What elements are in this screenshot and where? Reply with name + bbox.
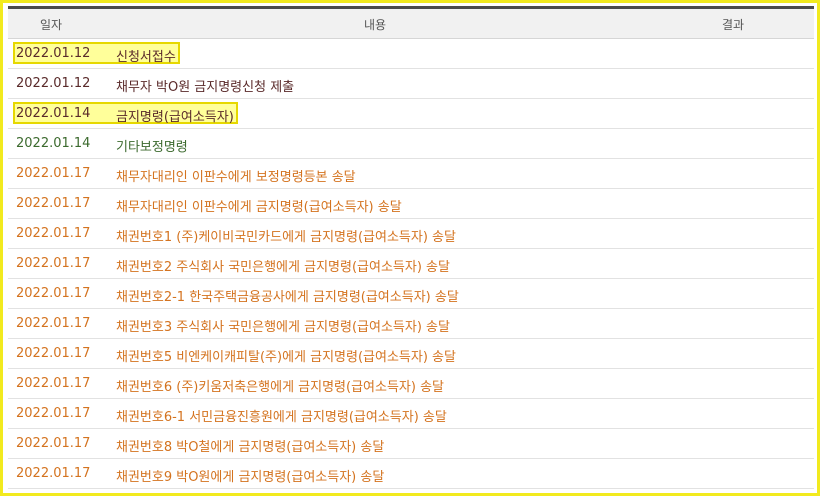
- row-content: 채권번호6 (주)키움저축은행에게 금지명령(급여소득자) 송달: [116, 380, 444, 395]
- table-row: 2022.01.17 채권번호1 (주)케이비국민카드에게 금지명령(급여소득자)…: [8, 219, 814, 249]
- row-content: 금지명령(급여소득자): [116, 110, 234, 125]
- table-row: 2022.01.12 신청서접수: [8, 39, 814, 69]
- row-date: 2022.01.17: [16, 196, 91, 211]
- row-content: 채권번호9 박O원에게 금지명령(급여소득자) 송달: [116, 470, 385, 485]
- row-date: 2022.01.17: [16, 316, 91, 331]
- row-date: 2022.01.17: [16, 436, 91, 451]
- row-date: 2022.01.14: [16, 106, 91, 121]
- header-content: 내용: [364, 18, 387, 32]
- table-body: 2022.01.12 신청서접수 2022.01.12 채무자 박O원 금지명령신청…: [8, 39, 814, 489]
- table-row: 2022.01.17 채권번호6 (주)키움저축은행에게 금지명령(급여소득자) …: [8, 369, 814, 399]
- table-row: 2022.01.17 채권번호2-1 한국주택금융공사에게 금지명령(급여소득자)…: [8, 279, 814, 309]
- screenshot-frame: 일자 내용 결과 2022.01.12 신청서접수 2022.01.12 채무자 박…: [0, 0, 820, 496]
- row-date: 2022.01.12: [16, 46, 91, 61]
- row-content: 채권번호3 주식회사 국민은행에게 금지명령(급여소득자) 송달: [116, 320, 450, 335]
- table-header: 일자 내용 결과: [8, 9, 814, 39]
- row-content: 기타보정명령: [116, 140, 188, 155]
- header-date: 일자: [40, 18, 63, 32]
- row-date: 2022.01.17: [16, 286, 91, 301]
- row-content: 신청서접수: [116, 50, 176, 65]
- row-content: 채무자대리인 이판수에게 금지명령(급여소득자) 송달: [116, 200, 402, 215]
- row-date: 2022.01.17: [16, 406, 91, 421]
- table-row: 2022.01.17 채무자대리인 이판수에게 금지명령(급여소득자) 송달: [8, 189, 814, 219]
- row-content: 채권번호2 주식회사 국민은행에게 금지명령(급여소득자) 송달: [116, 260, 450, 275]
- row-content: 채권번호5 비엔케이캐피탈(주)에게 금지명령(급여소득자) 송달: [116, 350, 456, 365]
- table-row: 2022.01.17 채무자대리인 이판수에게 보정명령등본 송달: [8, 159, 814, 189]
- row-content: 채권번호2-1 한국주택금융공사에게 금지명령(급여소득자) 송달: [116, 290, 459, 305]
- row-content: 채권번호8 박O철에게 금지명령(급여소득자) 송달: [116, 440, 385, 455]
- table-row: 2022.01.14 기타보정명령: [8, 129, 814, 159]
- table-row: 2022.01.17 채권번호9 박O원에게 금지명령(급여소득자) 송달: [8, 459, 814, 489]
- header-result: 결과: [722, 18, 745, 32]
- row-date: 2022.01.17: [16, 256, 91, 271]
- table-row: 2022.01.17 채권번호2 주식회사 국민은행에게 금지명령(급여소득자) …: [8, 249, 814, 279]
- row-date: 2022.01.17: [16, 226, 91, 241]
- row-content: 채권번호6-1 서민금융진흥원에게 금지명령(급여소득자) 송달: [116, 410, 447, 425]
- row-date: 2022.01.17: [16, 376, 91, 391]
- row-content: 채무자대리인 이판수에게 보정명령등본 송달: [116, 170, 356, 185]
- table-row: 2022.01.17 채권번호6-1 서민금융진흥원에게 금지명령(급여소득자) …: [8, 399, 814, 429]
- row-content: 채무자 박O원 금지명령신청 제출: [116, 80, 295, 95]
- table-row: 2022.01.14 금지명령(급여소득자): [8, 99, 814, 129]
- row-date: 2022.01.14: [16, 136, 91, 151]
- table-row: 2022.01.17 채권번호5 비엔케이캐피탈(주)에게 금지명령(급여소득자)…: [8, 339, 814, 369]
- table-row: 2022.01.17 채권번호3 주식회사 국민은행에게 금지명령(급여소득자) …: [8, 309, 814, 339]
- row-date: 2022.01.17: [16, 346, 91, 361]
- row-date: 2022.01.17: [16, 166, 91, 181]
- case-progress-table: 일자 내용 결과 2022.01.12 신청서접수 2022.01.12 채무자 박…: [8, 6, 814, 489]
- row-date: 2022.01.17: [16, 466, 91, 481]
- row-content: 채권번호1 (주)케이비국민카드에게 금지명령(급여소득자) 송달: [116, 230, 456, 245]
- table-row: 2022.01.17 채권번호8 박O철에게 금지명령(급여소득자) 송달: [8, 429, 814, 459]
- table-row: 2022.01.12 채무자 박O원 금지명령신청 제출: [8, 69, 814, 99]
- row-date: 2022.01.12: [16, 76, 91, 91]
